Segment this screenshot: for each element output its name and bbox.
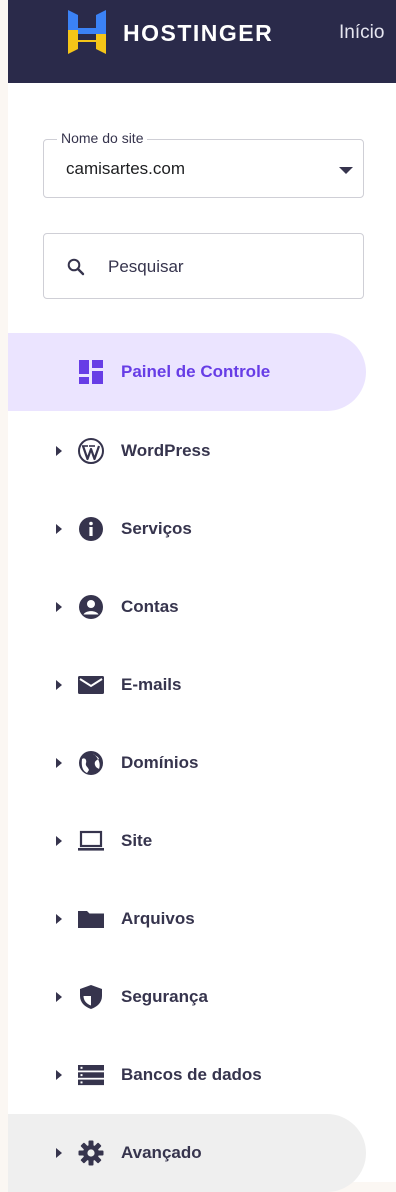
globe-icon [79, 751, 103, 775]
top-bar: HOSTINGER Início [8, 0, 396, 83]
sidebar-item-painel-de-controle[interactable]: Painel de Controle [8, 333, 366, 411]
sidebar-item-label: Serviços [121, 519, 192, 538]
mail-icon [78, 676, 104, 694]
sidebar-item-seguranca[interactable]: Segurança [8, 958, 366, 1036]
sidebar-item-label: E-mails [121, 675, 182, 694]
sidebar-item-avancado[interactable]: Avançado [8, 1114, 366, 1192]
sidebar-item-label: Segurança [121, 987, 208, 1006]
site-selector-label: Nome do site [57, 130, 148, 146]
gear-icon [78, 1140, 104, 1166]
sidebar-item-label: Domínios [121, 753, 199, 772]
expand-arrow-icon[interactable] [56, 914, 62, 924]
sidebar-item-wordpress[interactable]: WordPress [8, 412, 366, 490]
sidebar-item-dominios[interactable]: Domínios [8, 724, 366, 802]
hostinger-logo-icon[interactable] [66, 10, 108, 54]
sidebar-item-label: Bancos de dados [121, 1065, 262, 1084]
sidebar-item-label: Painel de Controle [121, 362, 271, 381]
expand-arrow-icon[interactable] [56, 992, 62, 1002]
folder-icon [78, 911, 104, 928]
expand-arrow-icon[interactable] [56, 836, 62, 846]
expand-arrow-icon[interactable] [56, 446, 62, 456]
sidebar-item-e-mails[interactable]: E-mails [8, 646, 366, 724]
search-box[interactable] [43, 233, 364, 299]
info-icon [79, 517, 103, 541]
search-input[interactable] [106, 250, 350, 284]
site-selector-value: camisartes.com [66, 159, 186, 178]
caret-down-icon[interactable] [339, 167, 353, 174]
nav-link-inicio[interactable]: Início [339, 22, 384, 44]
sidebar-item-contas[interactable]: Contas [8, 568, 366, 646]
sidebar-item-bancos-de-dados[interactable]: Bancos de dados [8, 1036, 366, 1114]
database-icon [78, 1065, 104, 1086]
sidebar-item-label: Contas [121, 597, 179, 616]
sidebar-item-servicos[interactable]: Serviços [8, 490, 366, 568]
wordpress-icon [78, 438, 104, 464]
expand-arrow-icon[interactable] [56, 1070, 62, 1080]
sidebar-item-label: Arquivos [121, 909, 195, 928]
brand-name[interactable]: HOSTINGER [123, 20, 273, 47]
search-icon [67, 258, 85, 276]
expand-arrow-icon[interactable] [56, 758, 62, 768]
expand-arrow-icon[interactable] [56, 680, 62, 690]
site-selector[interactable]: Nome do site camisartes.com [43, 130, 364, 198]
expand-arrow-icon[interactable] [56, 1148, 62, 1158]
laptop-icon [78, 830, 104, 851]
sidebar-item-label: Avançado [121, 1143, 202, 1162]
expand-arrow-icon[interactable] [56, 602, 62, 612]
sidebar-item-label: Site [121, 831, 153, 850]
sidebar-item-site[interactable]: Site [8, 802, 366, 880]
account-icon [79, 595, 103, 619]
sidebar-item-arquivos[interactable]: Arquivos [8, 880, 366, 958]
sidebar-item-label: WordPress [121, 441, 211, 460]
expand-arrow-icon[interactable] [56, 524, 62, 534]
dashboard-icon [79, 360, 103, 384]
shield-icon [80, 985, 102, 1009]
